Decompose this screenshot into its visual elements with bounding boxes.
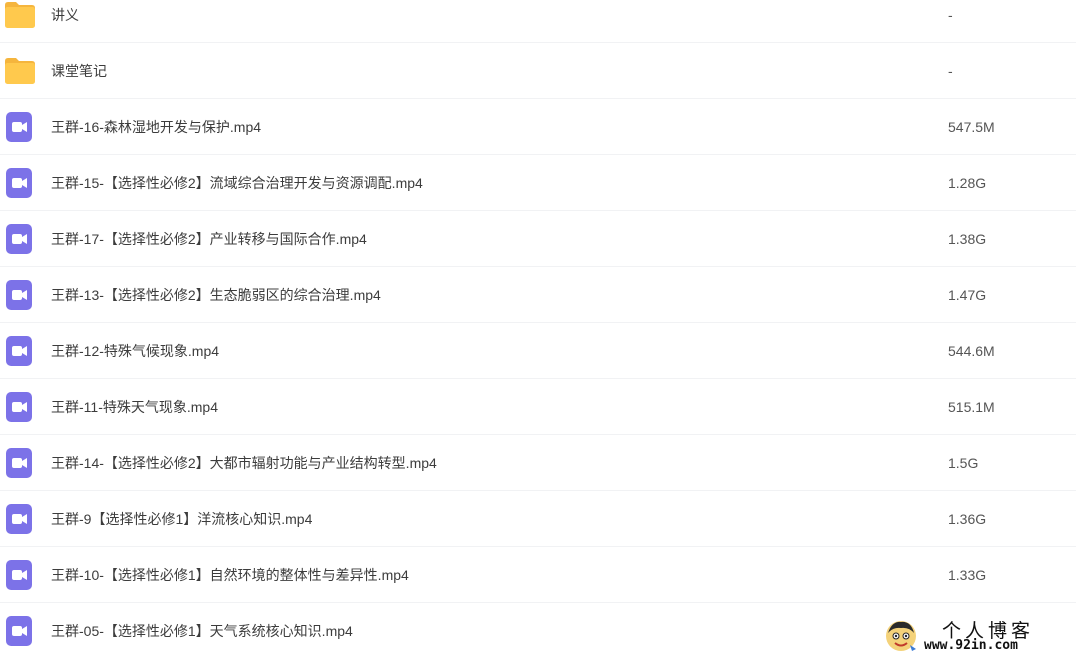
file-list: 讲义 - 课堂笔记 - 王群-16-森林湿地开发与保护.mp4 547.5M 王群-15-【…	[0, 0, 1076, 659]
file-name[interactable]: 王群-15-【选择性必修2】流域综合治理开发与资源调配.mp4	[51, 155, 423, 211]
file-row[interactable]: 王群-13-【选择性必修2】生态脆弱区的综合治理.mp4 1.47G	[0, 267, 1076, 323]
file-name[interactable]: 王群-9【选择性必修1】洋流核心知识.mp4	[51, 491, 312, 547]
folder-icon	[4, 0, 36, 30]
file-row[interactable]: 王群-12-特殊气候现象.mp4 544.6M	[0, 323, 1076, 379]
file-row[interactable]: 王群-14-【选择性必修2】大都市辐射功能与产业结构转型.mp4 1.5G	[0, 435, 1076, 491]
folder-icon	[4, 56, 36, 86]
file-name[interactable]: 课堂笔记	[51, 43, 107, 99]
video-file-icon	[4, 448, 36, 478]
file-size: 1.38G	[948, 231, 987, 247]
file-size: 1.28G	[948, 175, 987, 191]
file-name[interactable]: 王群-13-【选择性必修2】生态脆弱区的综合治理.mp4	[51, 267, 381, 323]
file-name[interactable]: 王群-10-【选择性必修1】自然环境的整体性与差异性.mp4	[51, 547, 409, 603]
file-size: 1.36G	[948, 511, 987, 527]
file-name[interactable]: 王群-16-森林湿地开发与保护.mp4	[51, 99, 261, 155]
file-row[interactable]: 王群-16-森林湿地开发与保护.mp4 547.5M	[0, 99, 1076, 155]
file-name[interactable]: 讲义	[51, 0, 79, 43]
file-name[interactable]: 王群-14-【选择性必修2】大都市辐射功能与产业结构转型.mp4	[51, 435, 437, 491]
file-size: -	[948, 7, 953, 23]
file-row[interactable]: 王群-10-【选择性必修1】自然环境的整体性与差异性.mp4 1.33G	[0, 547, 1076, 603]
video-file-icon	[4, 224, 36, 254]
file-row[interactable]: 王群-17-【选择性必修2】产业转移与国际合作.mp4 1.38G	[0, 211, 1076, 267]
video-file-icon	[4, 504, 36, 534]
file-row[interactable]: 王群-15-【选择性必修2】流域综合治理开发与资源调配.mp4 1.28G	[0, 155, 1076, 211]
video-file-icon	[4, 112, 36, 142]
cartoon-avatar-logo	[884, 619, 918, 653]
file-name[interactable]: 王群-11-特殊天气现象.mp4	[51, 379, 218, 435]
file-size: -	[948, 63, 953, 79]
folder-row[interactable]: 课堂笔记 -	[0, 43, 1076, 99]
file-size: 1.33G	[948, 567, 987, 583]
file-size: 547.5M	[948, 119, 995, 135]
watermark: 个人博客 www.92in.com	[880, 612, 1076, 658]
file-row[interactable]: 王群-11-特殊天气现象.mp4 515.1M	[0, 379, 1076, 435]
video-file-icon	[4, 392, 36, 422]
folder-row[interactable]: 讲义 -	[0, 0, 1076, 43]
video-file-icon	[4, 168, 36, 198]
file-name[interactable]: 王群-17-【选择性必修2】产业转移与国际合作.mp4	[51, 211, 367, 267]
file-size: 1.47G	[948, 287, 987, 303]
file-size: 515.1M	[948, 399, 995, 415]
video-file-icon	[4, 336, 36, 366]
file-size: 544.6M	[948, 343, 995, 359]
video-file-icon	[4, 560, 36, 590]
watermark-url: www.92in.com	[924, 638, 1018, 653]
file-row[interactable]: 王群-9【选择性必修1】洋流核心知识.mp4 1.36G	[0, 491, 1076, 547]
video-file-icon	[4, 280, 36, 310]
file-size: 1.5G	[948, 455, 979, 471]
video-file-icon	[4, 616, 36, 646]
file-name[interactable]: 王群-12-特殊气候现象.mp4	[51, 323, 219, 379]
file-name[interactable]: 王群-05-【选择性必修1】天气系统核心知识.mp4	[51, 603, 353, 659]
